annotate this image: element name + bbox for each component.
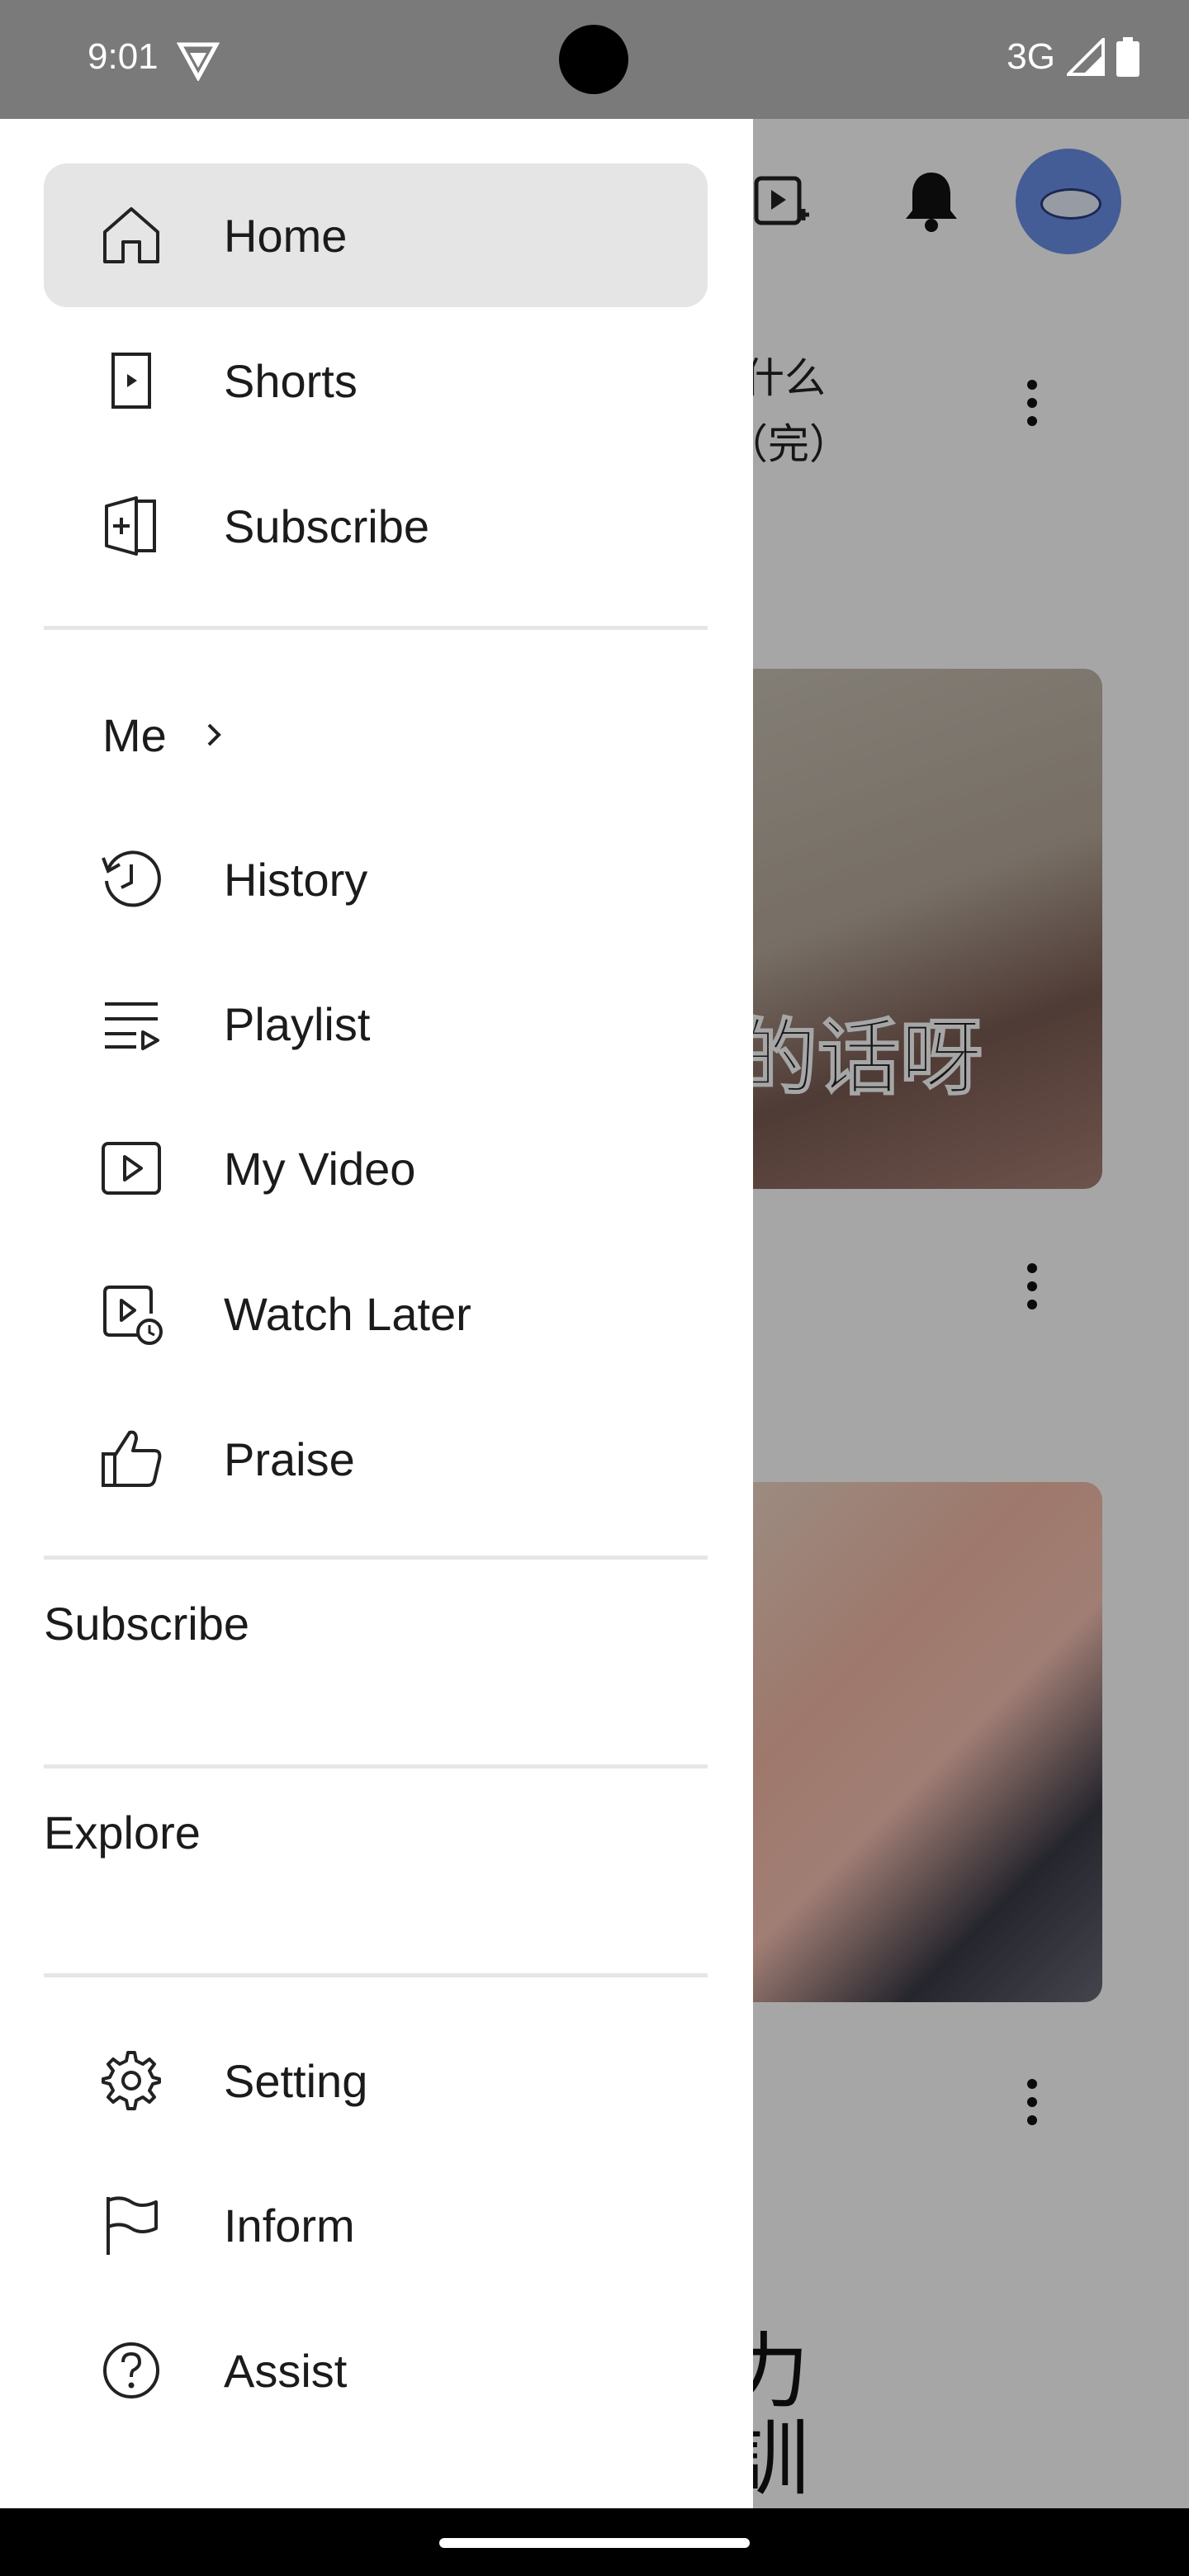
drawer-item-label: Inform bbox=[224, 2199, 355, 2252]
chevron-right-icon bbox=[207, 723, 221, 746]
divider bbox=[44, 626, 708, 630]
drawer-item-my-video[interactable]: My Video bbox=[44, 1096, 708, 1240]
drawer-item-subscriptions[interactable]: Subscribe bbox=[44, 454, 708, 598]
drawer-item-label: History bbox=[224, 853, 368, 906]
status-bar: 9:01 3G bbox=[0, 0, 1189, 119]
signal-icon bbox=[1067, 38, 1105, 76]
subscriptions-icon bbox=[98, 493, 164, 559]
flag-icon bbox=[98, 2192, 164, 2258]
subscriptions-section-title: Subscribe bbox=[44, 1598, 250, 1650]
drawer-item-label: Praise bbox=[224, 1432, 355, 1485]
drawer-item-label: Playlist bbox=[224, 997, 371, 1050]
system-navigation-bar bbox=[0, 2508, 1189, 2576]
home-icon bbox=[98, 202, 164, 268]
me-section-header[interactable]: Me bbox=[44, 685, 708, 784]
drawer-item-label: My Video bbox=[224, 1142, 416, 1195]
drawer-item-label: Subscribe bbox=[224, 500, 430, 552]
divider bbox=[44, 1973, 708, 1977]
camera-cutout bbox=[559, 25, 628, 94]
home-gesture-pill[interactable] bbox=[439, 2538, 750, 2548]
drawer-item-label: Home bbox=[224, 209, 348, 262]
gear-icon bbox=[98, 2048, 164, 2114]
explore-section-title: Explore bbox=[44, 1807, 201, 1859]
navigation-drawer: Home Shorts Subscribe Me History Playlis… bbox=[0, 119, 753, 2509]
drawer-item-playlist[interactable]: Playlist bbox=[44, 952, 708, 1096]
drawer-item-label: Watch Later bbox=[224, 1287, 471, 1340]
status-indicators: 3G bbox=[1007, 36, 1139, 78]
status-time: 9:01 bbox=[88, 36, 159, 77]
drawer-item-settings[interactable]: Setting bbox=[44, 2009, 708, 2152]
help-icon bbox=[98, 2337, 164, 2403]
drawer-item-label: Assist bbox=[224, 2344, 348, 2397]
drawer-item-report[interactable]: Inform bbox=[44, 2153, 708, 2297]
drawer-item-shorts[interactable]: Shorts bbox=[44, 309, 708, 452]
drawer-item-label: Setting bbox=[224, 2054, 368, 2107]
divider bbox=[44, 1764, 708, 1769]
drawer-item-label: Shorts bbox=[224, 354, 358, 407]
divider bbox=[44, 1556, 708, 1560]
drawer-item-home[interactable]: Home bbox=[44, 163, 708, 307]
me-label: Me bbox=[102, 708, 167, 761]
history-icon bbox=[98, 846, 164, 912]
drawer-item-history[interactable]: History bbox=[44, 807, 708, 951]
vpn-shield-icon bbox=[177, 42, 220, 81]
drawer-item-help[interactable]: Assist bbox=[44, 2299, 708, 2442]
playlist-icon bbox=[98, 991, 164, 1057]
shorts-icon bbox=[98, 348, 164, 414]
drawer-item-liked[interactable]: Praise bbox=[44, 1387, 708, 1531]
battery-icon bbox=[1116, 37, 1139, 77]
my-video-icon bbox=[98, 1135, 164, 1201]
drawer-item-watch-later[interactable]: Watch Later bbox=[44, 1242, 708, 1385]
network-type: 3G bbox=[1007, 36, 1055, 77]
watch-later-icon bbox=[98, 1281, 164, 1347]
thumbs-up-icon bbox=[98, 1426, 164, 1492]
